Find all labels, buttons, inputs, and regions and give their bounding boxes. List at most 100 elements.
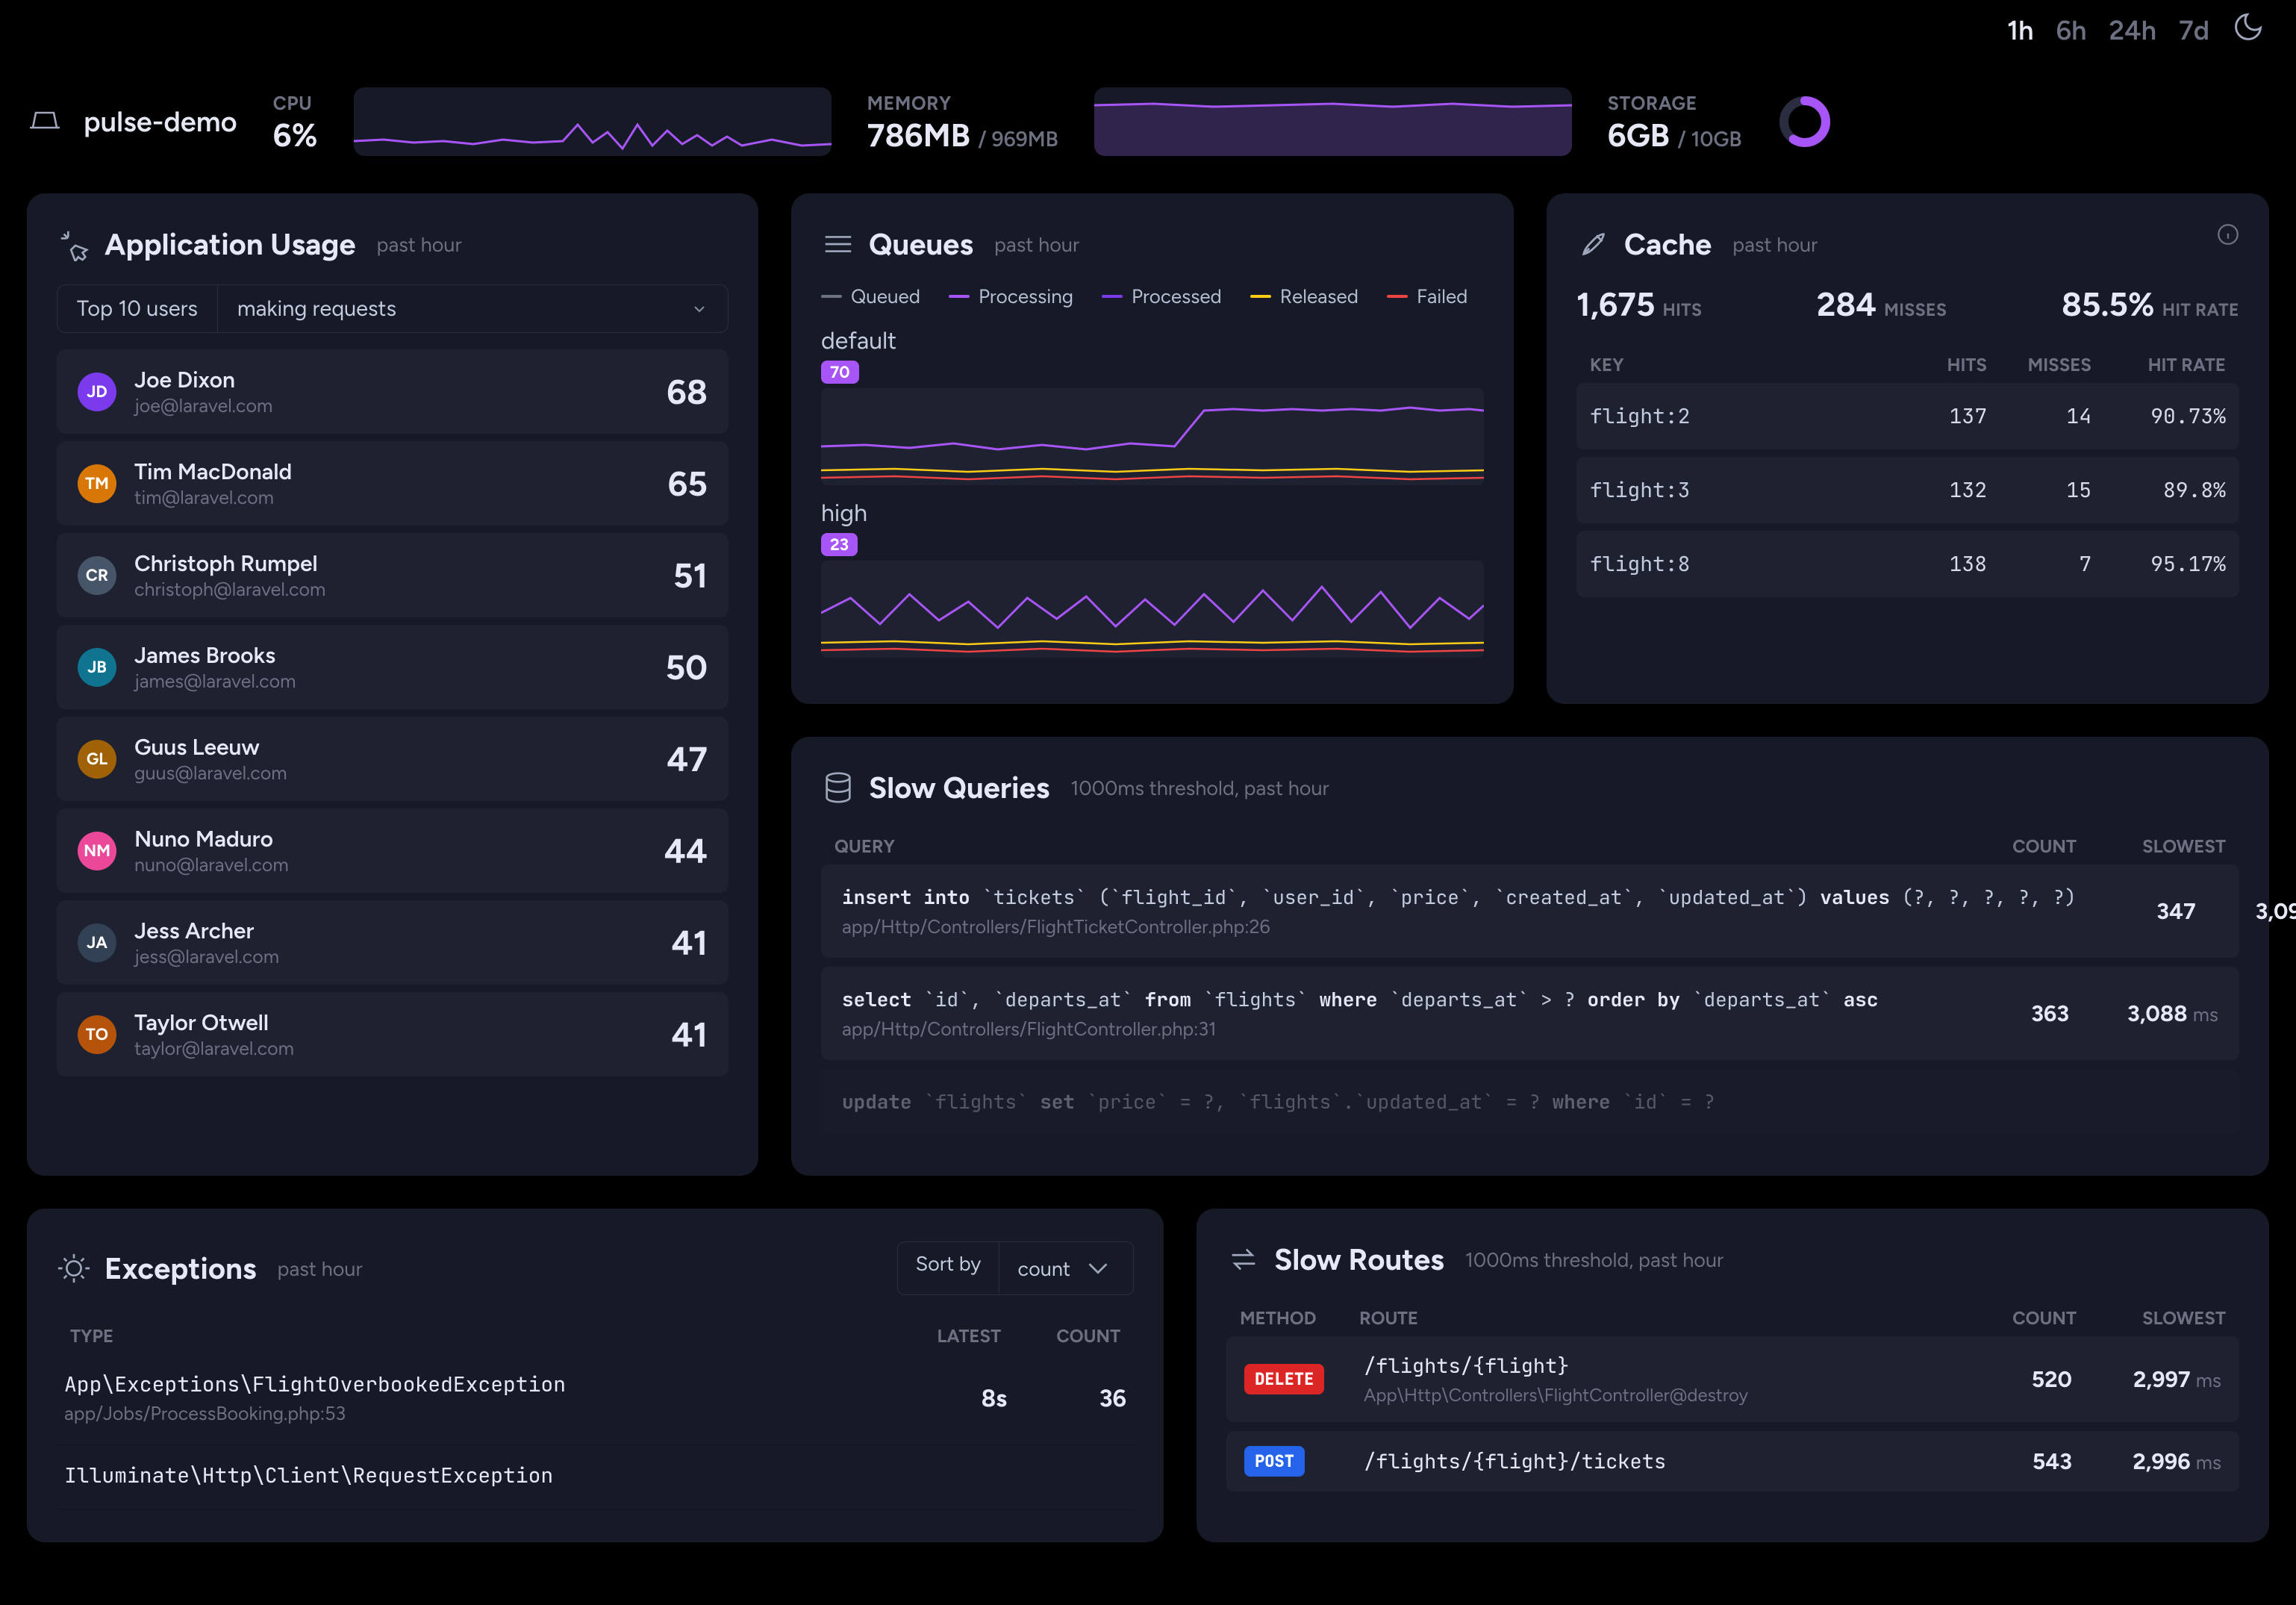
legend-swatch (821, 295, 842, 298)
query-sql: update `flights` set `price` = ?, `fligh… (842, 1088, 1950, 1115)
route-row[interactable]: POST/flights/{flight}/tickets5432,996 ms (1226, 1431, 2239, 1492)
memory-block: MEMORY 786MB / 969MB (867, 93, 1058, 152)
rocket-icon (1576, 227, 1611, 261)
cache-key: flight:2 (1590, 402, 1897, 430)
exception-count: 36 (1007, 1384, 1126, 1412)
cpu-label: CPU (273, 93, 318, 115)
server-header: pulse-demo CPU 6% MEMORY 786MB / 969MB S… (27, 50, 2269, 178)
card-title: Exceptions (104, 1250, 256, 1286)
arrows-exchange-icon (1226, 1242, 1261, 1277)
queue-graph (821, 561, 1484, 658)
user-row[interactable]: TOTaylor Otwelltaylor@laravel.com41 (57, 992, 729, 1076)
routes-table-head: METHOD ROUTE COUNT SLOWEST (1226, 1300, 2239, 1336)
avatar: CR (78, 556, 116, 595)
sort-label: Sort by (898, 1242, 1000, 1294)
queue-block: default70 (821, 326, 1484, 485)
user-row[interactable]: NMNuno Maduronuno@laravel.com44 (57, 808, 729, 893)
moon-icon (2232, 10, 2265, 43)
database-icon (821, 770, 855, 805)
queue-legend: QueuedProcessingProcessedReleasedFailed (821, 284, 1484, 308)
queue-badge: 23 (821, 533, 858, 556)
exception-row[interactable]: App\Exceptions\FlightOverbookedException… (57, 1354, 1134, 1445)
card-subtitle: past hour (1732, 232, 1818, 257)
legend-item: Failed (1387, 284, 1467, 308)
period-7d[interactable]: 7d (2179, 14, 2209, 46)
avatar: TM (78, 464, 116, 503)
queue-icon (821, 227, 855, 261)
user-count: 65 (668, 463, 708, 505)
memory-label: MEMORY (867, 93, 1058, 115)
query-location: app/Http/Controllers/FlightTicketControl… (842, 916, 2077, 938)
cache-row[interactable]: flight:21371490.73% (1576, 383, 2239, 449)
query-row[interactable]: insert into `tickets` (`flight_id`, `use… (821, 864, 2239, 958)
period-1h[interactable]: 1h (2007, 14, 2033, 46)
cache-key: flight:8 (1590, 550, 1897, 578)
period-6h[interactable]: 6h (2056, 14, 2086, 46)
cache-rate: 85.5% (2062, 284, 2155, 324)
exception-row[interactable]: Illuminate\Http\Client\RequestException (57, 1445, 1134, 1509)
storage-label: STORAGE (1608, 93, 1742, 115)
route-action: App\Http\Controllers\FlightController@de… (1364, 1384, 1953, 1406)
legend-swatch (1250, 295, 1271, 298)
user-name: Tim MacDonald (134, 458, 650, 485)
filter-tab-action[interactable]: making requests (218, 285, 728, 332)
usage-filter[interactable]: Top 10 users making requests (57, 284, 729, 333)
user-email: nuno@laravel.com (134, 854, 646, 876)
cpu-value: 6% (273, 119, 318, 152)
card-title: Slow Routes (1274, 1241, 1444, 1277)
queue-list: default70 high 23 (821, 326, 1484, 658)
exc-table-head: TYPE LATEST COUNT (57, 1318, 1134, 1354)
storage-value: 6GB / 10GB (1608, 119, 1742, 152)
card-exceptions: Exceptions past hour Sort by count TYPE … (27, 1209, 1164, 1542)
cache-row[interactable]: flight:31321589.8% (1576, 457, 2239, 523)
cache-hits: 1,675 (1576, 284, 1655, 324)
user-count: 44 (664, 830, 708, 872)
period-24h[interactable]: 24h (2109, 14, 2156, 46)
route-row[interactable]: DELETE/flights/{flight}App\Http\Controll… (1226, 1336, 2239, 1422)
card-subtitle: 1000ms threshold, past hour (1465, 1247, 1723, 1272)
storage-gauge (1778, 95, 1832, 149)
routes-table-body: DELETE/flights/{flight}App\Http\Controll… (1226, 1336, 2239, 1492)
avatar: JD (78, 373, 116, 411)
queue-graph (821, 388, 1484, 485)
filter-tab-top-users[interactable]: Top 10 users (57, 285, 218, 332)
exception-type: App\Exceptions\FlightOverbookedException (64, 1371, 858, 1398)
theme-toggle[interactable] (2232, 10, 2265, 50)
avatar: TO (78, 1015, 116, 1054)
card-subtitle: 1000ms threshold, past hour (1070, 776, 1329, 800)
bug-icon (57, 1251, 91, 1285)
cache-row[interactable]: flight:8138795.17% (1576, 531, 2239, 597)
legend-swatch (1387, 295, 1408, 298)
cache-stats: 1,675HITS 284MISSES 85.5%HIT RATE (1576, 284, 2239, 324)
cache-table-body: flight:21371490.73%flight:31321589.8%fli… (1576, 383, 2239, 597)
query-row[interactable]: select `id`, `departs_at` from `flights`… (821, 967, 2239, 1060)
card-slow-routes: Slow Routes 1000ms threshold, past hour … (1197, 1209, 2269, 1542)
user-count: 51 (673, 555, 708, 596)
user-name: Jess Archer (134, 917, 653, 944)
legend-swatch (949, 295, 970, 298)
user-count: 41 (671, 922, 708, 964)
sort-value[interactable]: count (999, 1242, 1133, 1294)
user-name: James Brooks (134, 641, 647, 669)
exceptions-sort[interactable]: Sort by count (897, 1241, 1135, 1295)
user-count: 50 (665, 646, 708, 688)
legend-item: Queued (821, 284, 920, 308)
query-location: app/Http/Controllers/FlightController.ph… (842, 1018, 1950, 1041)
query-slowest: 3,088 ms (2069, 1000, 2218, 1027)
user-row[interactable]: GLGuus Leeuwguus@laravel.com47 (57, 717, 729, 801)
chevron-down-icon (690, 300, 708, 318)
queue-name: high (821, 499, 1484, 527)
user-row[interactable]: JAJess Archerjess@laravel.com41 (57, 900, 729, 985)
info-icon[interactable] (2215, 222, 2241, 250)
user-row[interactable]: TMTim MacDonaldtim@laravel.com65 (57, 441, 729, 526)
cache-key: flight:3 (1590, 476, 1897, 504)
card-subtitle: past hour (376, 232, 461, 257)
route-slowest: 2,996 ms (2072, 1447, 2221, 1475)
avatar: GL (78, 740, 116, 779)
exception-location: app/Jobs/ProcessBooking.php:53 (64, 1403, 858, 1425)
user-row[interactable]: JDJoe Dixonjoe@laravel.com68 (57, 349, 729, 434)
query-row[interactable]: update `flights` set `price` = ?, `fligh… (821, 1069, 2239, 1134)
user-row[interactable]: JBJames Brooksjames@laravel.com50 (57, 625, 729, 709)
method-badge: POST (1244, 1446, 1305, 1477)
user-row[interactable]: CRChristoph Rumpelchristoph@laravel.com5… (57, 533, 729, 617)
